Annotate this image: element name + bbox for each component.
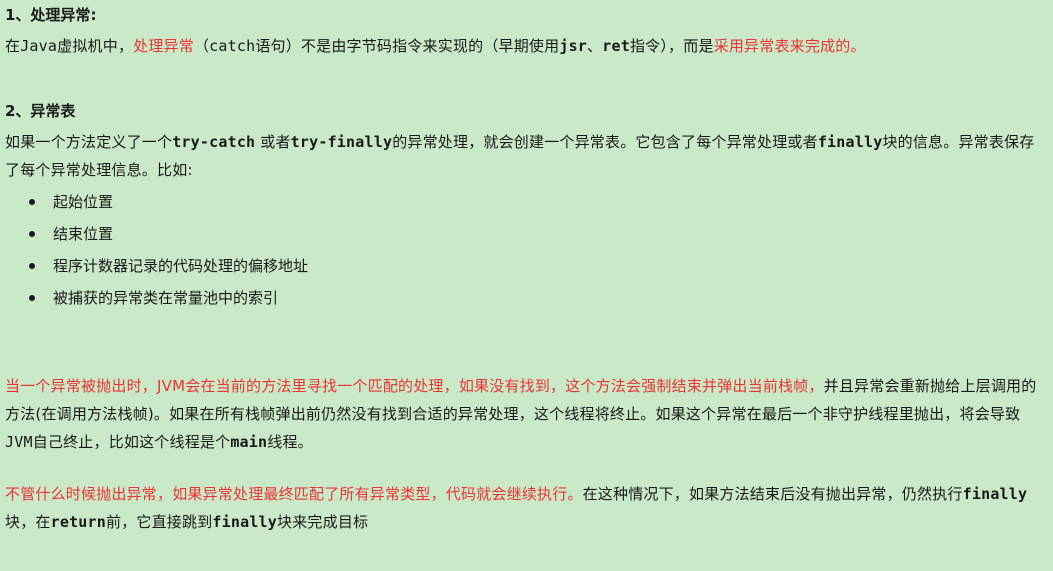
bullet-icon [29,231,35,237]
highlight-exception-table: 采用异常表来完成 [713,37,836,55]
document-page: 1、处理异常: 在Java虚拟机中，处理异常（catch语句）不是由字节码指令来… [0,0,1053,571]
section1-heading: 1、处理异常: [5,6,97,24]
highlight-jvm-search: 当一个异常被抛出时，JVM会在当前的方法里寻找一个匹配的处理，如果没有找到，这个… [5,377,824,395]
section2-heading: 2、异常表 [5,102,76,120]
list-item: 被捕获的异常类在常量池中的索引 [27,282,1047,314]
bullet-icon [29,263,35,269]
section4-paragraph: 不管什么时候抛出异常，如果异常处理最终匹配了所有异常类型，代码就会继续执行。在这… [5,485,1028,531]
bullet-icon [29,295,35,301]
section2-paragraph: 如果一个方法定义了一个try-catch 或者try-finally的异常处理，… [5,133,1035,179]
bullet-icon [29,199,35,205]
exception-table-fields-list: 起始位置 结束位置 程序计数器记录的代码处理的偏移地址 被捕获的异常类在常量池中… [5,186,1047,314]
highlight-continue-execution: 不管什么时候抛出异常，如果异常处理最终匹配了所有异常类型，代码就会继续执行。 [5,485,583,503]
list-item: 程序计数器记录的代码处理的偏移地址 [27,250,1047,282]
section1-paragraph: 在Java虚拟机中，处理异常（catch语句）不是由字节码指令来实现的（早期使用… [5,37,866,55]
section3-paragraph: 当一个异常被抛出时，JVM会在当前的方法里寻找一个匹配的处理，如果没有找到，这个… [5,377,1037,451]
list-item: 起始位置 [27,186,1047,218]
list-item: 结束位置 [27,218,1047,250]
highlight-handle-exception: 处理异常 [133,37,194,55]
